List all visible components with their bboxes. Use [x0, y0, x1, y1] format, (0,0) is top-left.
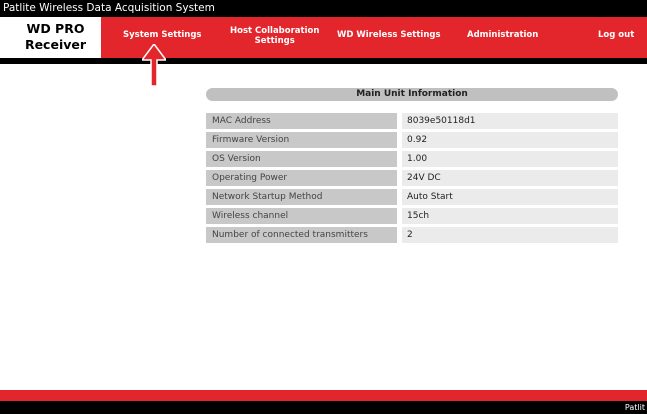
logo-line-2: Receiver	[24, 37, 87, 52]
row-value: Auto Start	[402, 189, 618, 205]
up-arrow-icon	[142, 44, 166, 86]
row-value: 15ch	[402, 208, 618, 224]
row-label: Firmware Version	[206, 132, 397, 148]
table-row: Operating Power 24V DC	[206, 170, 618, 186]
row-value: 24V DC	[402, 170, 618, 186]
nav-host-collaboration-settings[interactable]: Host Collaboration Settings	[230, 26, 319, 46]
nav-administration[interactable]: Administration	[467, 30, 538, 40]
row-label: Wireless channel	[206, 208, 397, 224]
row-value: 2	[402, 227, 618, 243]
logout-link[interactable]: Log out	[598, 30, 634, 40]
nav-system-settings[interactable]: System Settings	[123, 30, 202, 40]
row-value: 0.92	[402, 132, 618, 148]
table-row: MAC Address 8039e50118d1	[206, 113, 618, 129]
table-row: OS Version 1.00	[206, 151, 618, 167]
section-title: Main Unit Information	[206, 88, 618, 101]
main-unit-info-table: MAC Address 8039e50118d1 Firmware Versio…	[206, 113, 618, 246]
row-value: 8039e50118d1	[402, 113, 618, 129]
row-value: 1.00	[402, 151, 618, 167]
row-label: OS Version	[206, 151, 397, 167]
footer-bar: Patlit	[0, 401, 647, 414]
row-label: MAC Address	[206, 113, 397, 129]
nav-host-collab-line-1: Host Collaboration	[230, 26, 320, 36]
nav-wd-wireless-settings[interactable]: WD Wireless Settings	[337, 30, 441, 40]
footer-brand: Patlit	[624, 403, 645, 412]
table-row: Number of connected transmitters 2	[206, 227, 618, 243]
window-title: Patlite Wireless Data Acquisition System	[0, 0, 647, 17]
header-divider	[0, 58, 647, 64]
row-label: Network Startup Method	[206, 189, 397, 205]
nav-bar: System Settings Host Collaboration Setti…	[101, 17, 647, 58]
logo-line-1: WD PRO	[26, 21, 85, 36]
table-row: Network Startup Method Auto Start	[206, 189, 618, 205]
table-row: Wireless channel 15ch	[206, 208, 618, 224]
product-logo: WD PRO Receiver	[10, 17, 101, 58]
nav-host-collab-line-2: Settings	[254, 36, 295, 46]
footer-accent-bar	[0, 390, 647, 401]
row-label: Operating Power	[206, 170, 397, 186]
row-label: Number of connected transmitters	[206, 227, 397, 243]
table-row: Firmware Version 0.92	[206, 132, 618, 148]
